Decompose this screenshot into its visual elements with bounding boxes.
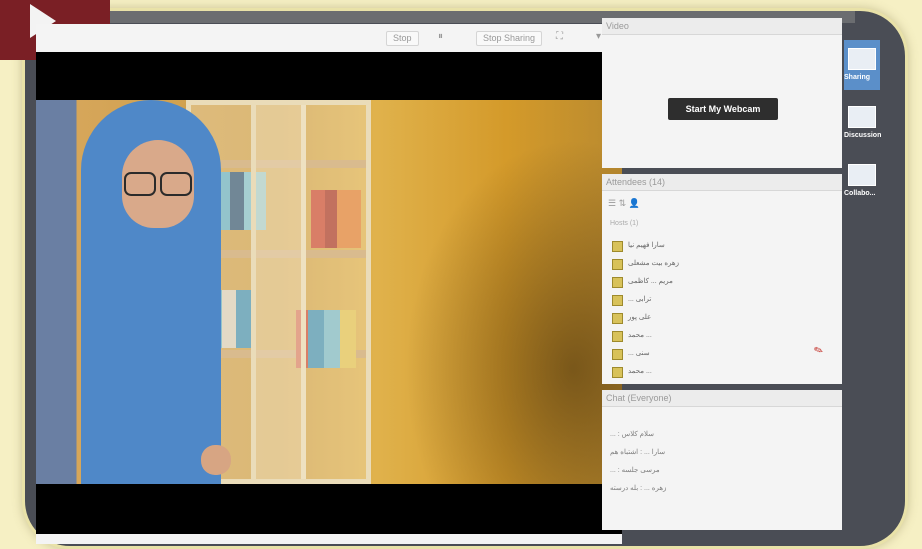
attendee-row[interactable]: زهره بیت مشعلی: [612, 258, 832, 272]
share-pod: Stop ⏸ Stop Sharing ⛶ ▾: [36, 24, 622, 544]
attendee-icon: [612, 367, 623, 378]
chat-pod-header: Chat (Everyone): [602, 390, 842, 407]
glasses: [124, 172, 192, 196]
attendee-icon: [612, 331, 623, 342]
layout-tab-sharing[interactable]: Sharing: [844, 40, 880, 90]
start-webcam-button[interactable]: Start My Webcam: [668, 98, 778, 120]
blurred-background: [376, 100, 622, 484]
chat-message: ... : مرسی جلسه: [610, 467, 660, 474]
attendee-icon: [612, 259, 623, 270]
video-pod: Video Start My Webcam: [602, 18, 842, 168]
attendee-icon: [612, 277, 623, 288]
chat-message: زهره ... : بله درسته: [610, 485, 667, 492]
layout-discussion-icon: [848, 106, 876, 128]
attendee-row[interactable]: سارا فهیم نیا: [612, 240, 832, 254]
right-sidebar: Video Start My Webcam Attendees (14) ☰ ⇅…: [602, 14, 842, 534]
chat-message: ... : سلام کلاس: [610, 431, 655, 438]
attendees-pod-header: Attendees (14): [602, 174, 842, 191]
cabinet-door: [251, 100, 371, 484]
chat-pod: Chat (Everyone) ... : سلام کلاس سارا ...…: [602, 390, 842, 530]
hosts-section-label: Hosts (1): [610, 220, 639, 227]
pause-icon[interactable]: ⏸: [438, 31, 443, 42]
chat-message: سارا ... : اشتباه هم: [610, 449, 666, 456]
layouts-bar: Sharing Discussion Collabo...: [844, 14, 881, 534]
attendees-pod: Attendees (14) ☰ ⇅ 👤 Hosts (1) سارا فهیم…: [602, 174, 842, 384]
layout-tab-collaboration[interactable]: Collabo...: [844, 156, 880, 206]
share-toolbar: Stop ⏸ Stop Sharing ⛶ ▾: [36, 24, 622, 53]
attendee-row[interactable]: محمد ...: [612, 330, 832, 344]
screen-share-video: [36, 52, 622, 534]
video-pod-title: Video: [606, 21, 629, 31]
attendee-icon: [612, 295, 623, 306]
attendee-row[interactable]: ... ترابی: [612, 294, 832, 308]
stop-sharing-button[interactable]: Stop Sharing: [476, 31, 543, 46]
attendee-icon: [612, 313, 623, 324]
layout-collaboration-icon: [848, 164, 876, 186]
attendee-view-icon[interactable]: ☰ ⇅ 👤: [608, 198, 640, 209]
video-scene: [36, 100, 622, 484]
chat-pod-title: Chat (Everyone): [606, 393, 672, 403]
attendee-row[interactable]: محمد ...: [612, 366, 832, 380]
attendee-row[interactable]: مریم ... کاظمی: [612, 276, 832, 290]
layout-tab-discussion[interactable]: Discussion: [844, 98, 881, 148]
attendee-icon: [612, 241, 623, 252]
fullscreen-icon[interactable]: ⛶: [556, 31, 563, 42]
layout-sharing-icon: [848, 48, 876, 70]
video-pod-header: Video: [602, 18, 842, 35]
pod-menu-icon[interactable]: ▾: [596, 31, 601, 42]
attendees-pod-title: Attendees (14): [606, 177, 666, 187]
attendee-row[interactable]: ... سنی: [612, 348, 832, 362]
attendee-icon: [612, 349, 623, 360]
attendee-row[interactable]: علی پور: [612, 312, 832, 326]
person-hand: [201, 445, 231, 475]
stop-button[interactable]: Stop: [386, 31, 419, 46]
